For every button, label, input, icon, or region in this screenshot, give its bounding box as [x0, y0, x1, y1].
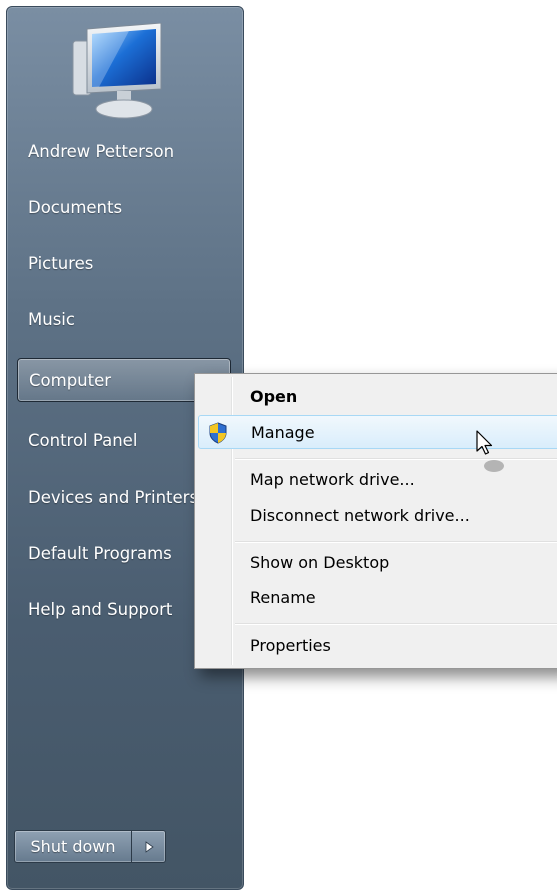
context-item-properties[interactable]: Properties [198, 629, 557, 663]
shutdown-button[interactable]: Shut down [15, 831, 132, 862]
menu-item-pictures[interactable]: Pictures [17, 242, 231, 286]
shutdown-options-button[interactable] [132, 831, 165, 862]
context-separator [235, 623, 557, 625]
context-separator [235, 541, 557, 543]
context-menu: Open Manage Map network drive... Disconn… [194, 373, 557, 669]
context-item-disconnect-network-drive[interactable]: Disconnect network drive... [198, 499, 557, 533]
context-item-rename[interactable]: Rename [198, 581, 557, 615]
computer-monitor-icon [72, 23, 162, 119]
triangle-right-icon [145, 840, 154, 853]
menu-item-music[interactable]: Music [17, 298, 231, 342]
context-separator [235, 458, 557, 460]
mouse-pointer-icon [476, 430, 504, 472]
shutdown-control: Shut down [14, 830, 166, 863]
context-item-manage-label: Manage [251, 423, 315, 442]
uac-shield-icon [209, 422, 227, 444]
context-item-open[interactable]: Open [198, 380, 557, 414]
context-item-show-on-desktop[interactable]: Show on Desktop [198, 546, 557, 580]
menu-item-documents[interactable]: Documents [17, 186, 231, 230]
menu-item-user[interactable]: Andrew Petterson [17, 130, 231, 174]
